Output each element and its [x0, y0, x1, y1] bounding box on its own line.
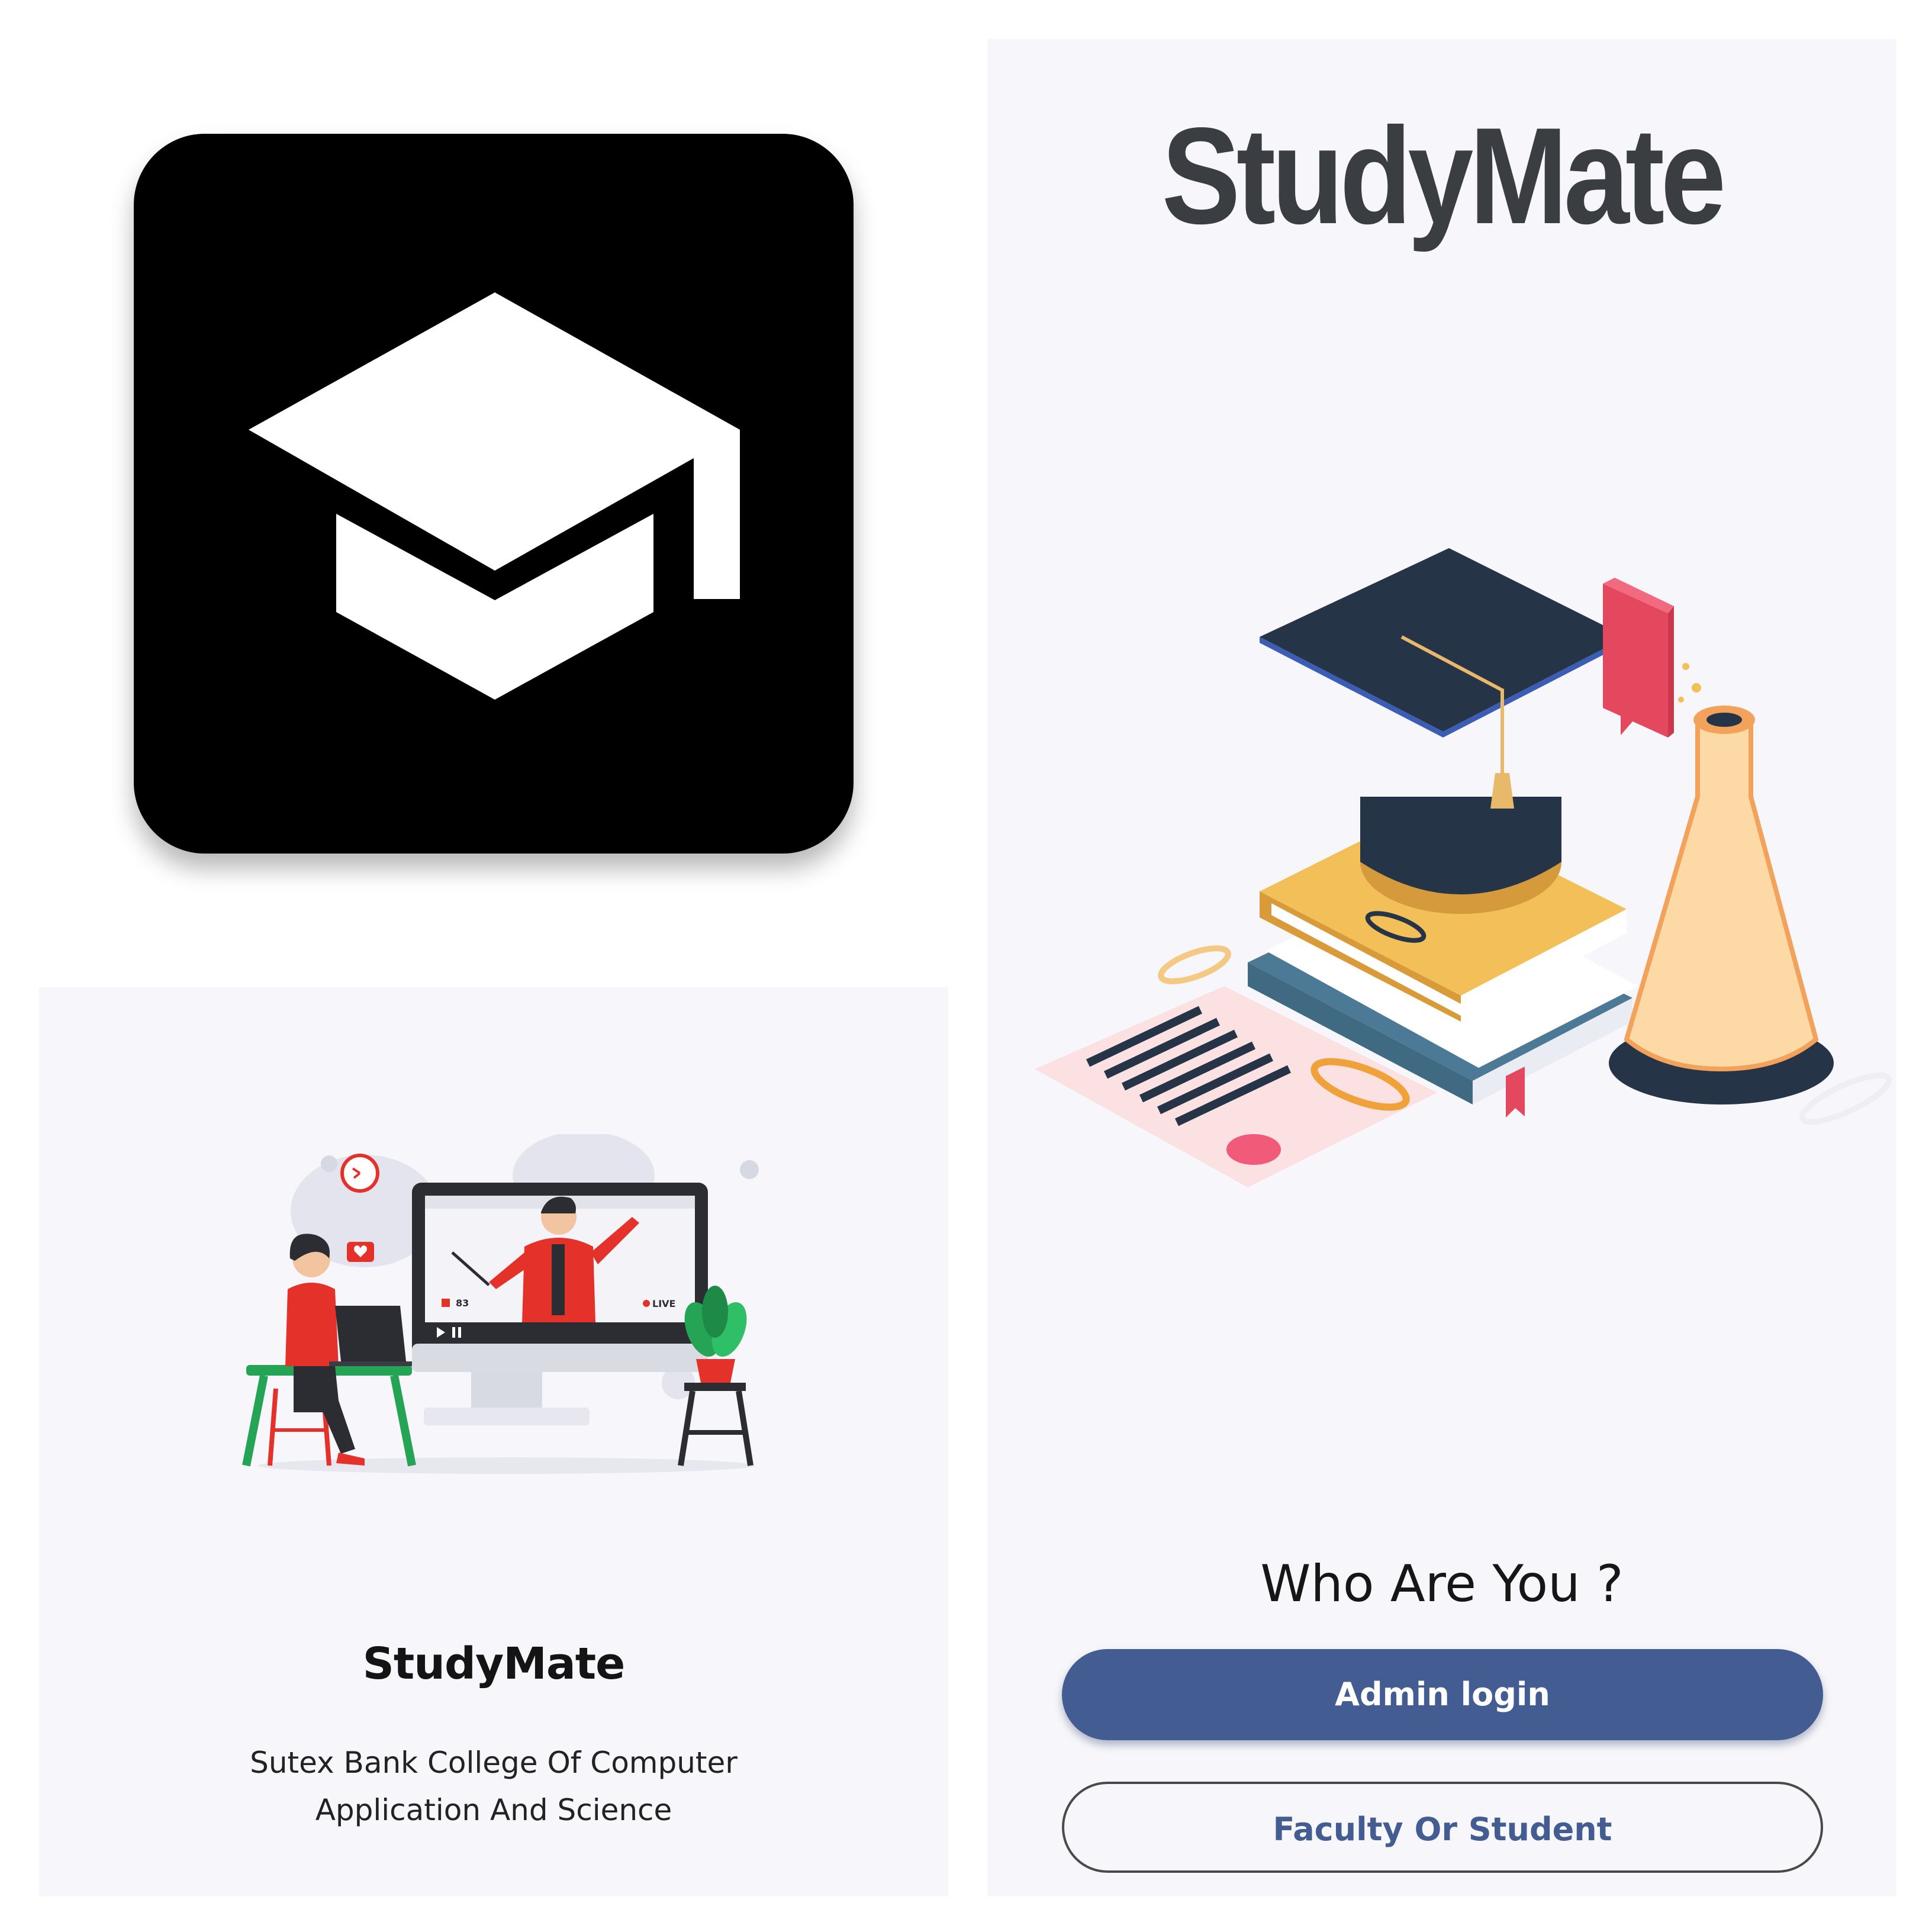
splash-screen: 83 LIVE StudyMate Sutex Bank College Of … [39, 987, 948, 1896]
splash-subtitle: Sutex Bank College Of Computer Applicati… [250, 1746, 738, 1827]
online-class-illustration: 83 LIVE [242, 1134, 759, 1474]
role-select-screen: StudyMate Who Are You ? Admin login Facu… [987, 39, 1896, 1896]
role-question: Who Are You ? [1260, 1554, 1624, 1614]
splash-title: StudyMate [362, 1638, 626, 1689]
graduation-cap-icon [249, 292, 740, 700]
faculty-or-student-button[interactable]: Faculty Or Student [1062, 1782, 1823, 1873]
app-title: StudyMate [1161, 99, 1727, 253]
admin-login-button[interactable]: Admin login [1062, 1649, 1823, 1740]
education-illustration [1035, 548, 1892, 1187]
app-icon [134, 134, 854, 854]
live-badge-label: LIVE [652, 1298, 675, 1309]
viewer-count-label: 83 [456, 1297, 469, 1309]
